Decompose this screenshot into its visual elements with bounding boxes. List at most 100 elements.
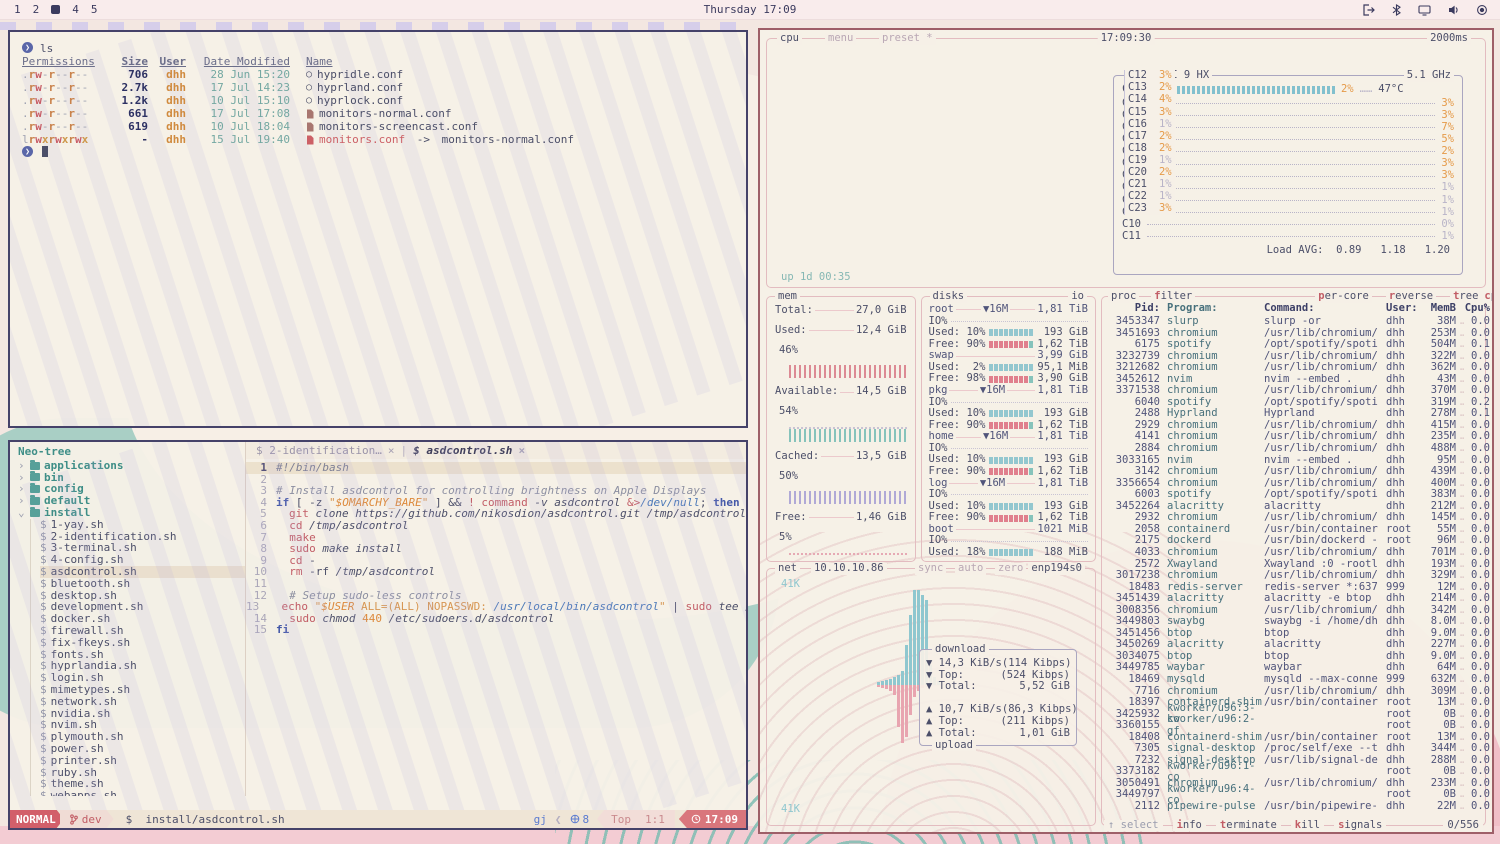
file-row[interactable]: .rw-r--r--706dhh28 Jun 15:20○hypridle.co… [22, 68, 734, 81]
process-row[interactable]: 3360155kworker/u96:2-gfroot0B………0.0 [1108, 720, 1481, 732]
tree-file-bluetooth.sh[interactable]: $bluetooth.sh [40, 578, 245, 590]
proc-action-info[interactable]: info [1173, 820, 1206, 832]
file-row[interactable]: .rw-r--r--661dhh17 Jul 17:08monitors-nor… [22, 107, 734, 120]
net-box-title[interactable]: net [775, 563, 800, 575]
process-row[interactable]: 3008356chromium/usr/lib/chromium/dhh342M… [1108, 605, 1481, 617]
tree-file-network.sh[interactable]: $network.sh [40, 696, 245, 708]
process-row[interactable]: 3017238chromium/usr/lib/chromium/dhh329M… [1108, 570, 1481, 582]
process-row[interactable]: 18469mysqldmysqld --max-conne999632M………0… [1108, 674, 1481, 686]
neotree-panel[interactable]: Neo-tree ›applications›bin›config›defaul… [10, 442, 246, 796]
process-row[interactable]: 3450269alacrittyalacrittydhh227M………0.0 [1108, 639, 1481, 651]
neovim-window[interactable]: Neo-tree ›applications›bin›config›defaul… [8, 440, 748, 830]
proc-option-tree[interactable]: tree [1450, 291, 1481, 303]
process-row[interactable]: 3373182kworker/u96:1-coroot0B………0.0 [1108, 766, 1481, 778]
tree-file-name: 1-yay.sh [51, 519, 104, 531]
process-row[interactable]: 3449797kworker/u96:4-coroot0B………0.0 [1108, 789, 1481, 801]
mem-box-title[interactable]: mem [775, 291, 800, 303]
cpu-box-title[interactable]: cpu [777, 33, 802, 45]
file-row[interactable]: .rw-r--r--2.7kdhh17 Jul 14:23○hyprland.c… [22, 81, 734, 94]
process-row[interactable]: 2175dockerd/usr/bin/dockerd -root96M………0… [1108, 535, 1481, 547]
tree-folder-applications[interactable]: ›applications [18, 460, 245, 472]
proc-box-title[interactable]: proc [1108, 291, 1139, 303]
process-row[interactable]: 3451439alacrittyalacritty -e btopdhh214M… [1108, 593, 1481, 605]
process-row[interactable]: 3033165nvimnvim --embed .dhh95M………0.0 [1108, 455, 1481, 467]
chevron-down-icon[interactable]: ⌄ [18, 507, 26, 519]
btop-window[interactable]: cpu menu preset * 17:09:30 2000ms Ryzen … [758, 28, 1494, 834]
process-row[interactable]: 3371538chromium/usr/lib/chromium/dhh370M… [1108, 385, 1481, 397]
tree-file-webapps.sh[interactable]: $webapps.sh [40, 790, 245, 796]
tree-file-printer.sh[interactable]: $printer.sh [40, 755, 245, 767]
process-row[interactable]: 3232739chromium/usr/lib/chromium/dhh322M… [1108, 351, 1481, 363]
process-row[interactable]: 18408containerd-shim/usr/bin/containerro… [1108, 732, 1481, 744]
process-row[interactable]: 2929chromium/usr/lib/chromium/dhh415M………… [1108, 420, 1481, 432]
tree-file-mimetypes.sh[interactable]: $mimetypes.sh [40, 684, 245, 696]
process-row[interactable]: 2058containerd/usr/bin/containerroot55M…… [1108, 524, 1481, 536]
file-row[interactable]: .rw-r--r--619dhh10 Jul 18:04monitors-scr… [22, 120, 734, 133]
proc-action-terminate[interactable]: terminate [1216, 820, 1281, 832]
editor-pane[interactable]: $ 2-identification…×|$ asdcontrol.sh× 1#… [246, 442, 746, 796]
editor-tab-1[interactable]: $ 2-identification…× [256, 444, 394, 457]
proc-option-per-core[interactable]: per-core [1315, 291, 1372, 303]
process-row[interactable]: 2112pipewire-pulse/usr/bin/pipewire-dhh2… [1108, 801, 1481, 813]
refresh-interval[interactable]: 2000ms [1427, 33, 1471, 45]
process-row[interactable]: 4033chromium/usr/lib/chromium/dhh701M………… [1108, 547, 1481, 559]
process-row[interactable]: 2488HyprlandHyprlanddhh278M………0.1 [1108, 408, 1481, 420]
menu-button[interactable]: menu [825, 33, 856, 45]
proc-option-reverse[interactable]: reverse [1386, 291, 1436, 303]
process-row[interactable]: 3449785waybarwaybardhh64M………0.0 [1108, 662, 1481, 674]
process-row[interactable]: 2932chromium/usr/lib/chromium/dhh145M………… [1108, 512, 1481, 524]
process-row[interactable]: 7716chromium/usr/lib/chromium/dhh309M………… [1108, 686, 1481, 698]
tree-file-1-yay.sh[interactable]: $1-yay.sh [40, 519, 245, 531]
process-row[interactable]: 6003spotify/opt/spotify/spotidhh383M………0… [1108, 489, 1481, 501]
process-row[interactable]: 3451456btopbtopdhh9.0M………0.0 [1108, 628, 1481, 640]
proc-action-signals[interactable]: signals [1334, 820, 1386, 832]
process-row[interactable]: 3142chromium/usr/lib/chromium/dhh439M………… [1108, 466, 1481, 478]
process-row[interactable]: 2884chromium/usr/lib/chromium/dhh488M………… [1108, 443, 1481, 455]
process-row[interactable]: 7305signal-desktop/proc/self/exe --tdhh3… [1108, 743, 1481, 755]
process-row[interactable]: 3356654chromium/usr/lib/chromium/dhh400M… [1108, 478, 1481, 490]
process-row[interactable]: 3451693chromium/usr/lib/chromium/dhh253M… [1108, 328, 1481, 340]
git-branch[interactable]: dev [60, 810, 114, 828]
process-row[interactable]: 3034075btopbtopdhh9.0M………0.0 [1108, 651, 1481, 663]
prompt-line[interactable]: ❯ls [22, 42, 734, 55]
proc-option-filter[interactable]: filter [1151, 291, 1195, 303]
tree-file-firewall.sh[interactable]: $firewall.sh [40, 625, 245, 637]
net-auto-option[interactable]: auto [955, 563, 986, 575]
prompt-line[interactable]: ❯ [22, 146, 734, 157]
tab-close-icon[interactable]: × [388, 444, 395, 457]
proc-action-kill[interactable]: kill [1291, 820, 1324, 832]
proc-option-cpu[interactable]: cpu lazy [1481, 291, 1494, 303]
process-row[interactable]: 6040spotify/opt/spotify/spotidhh319M………0… [1108, 397, 1481, 409]
process-row[interactable]: 18483redis-serverredis-server *:63799912… [1108, 582, 1481, 594]
tree-folder-install[interactable]: ⌄ install [18, 507, 245, 519]
process-row[interactable]: 6175spotify/opt/spotify/spotidhh504M………0… [1108, 339, 1481, 351]
tree-file-asdcontrol.sh[interactable]: $asdcontrol.sh [40, 566, 245, 578]
preset-button[interactable]: preset * [879, 33, 936, 45]
net-zero-option[interactable]: zero [995, 563, 1026, 575]
editor-tab-2[interactable]: $ asdcontrol.sh× [413, 444, 525, 457]
proc-command: /usr/bin/container [1264, 524, 1386, 536]
net-sync-option[interactable]: sync [915, 563, 946, 575]
process-row[interactable]: 2572XwaylandXwayland :0 -rootldhh193M………… [1108, 558, 1481, 570]
code-area[interactable]: 1#!/bin/bash23# Install asdcontrol for c… [246, 459, 746, 796]
scrollbar-thumb[interactable] [1492, 315, 1494, 325]
process-row[interactable]: 3452264alacrittyalacrittydhh212M………0.0 [1108, 501, 1481, 513]
tree-file-fix-fkeys.sh[interactable]: $fix-fkeys.sh [40, 637, 245, 649]
proc-pid: 18469 [1108, 674, 1160, 686]
file-row[interactable]: lrwxrwxrwx-dhh15 Jul 19:40monitors.conf … [22, 133, 734, 146]
col-program[interactable]: Program: [1160, 303, 1264, 316]
io-toggle[interactable]: io [1068, 291, 1087, 303]
process-row[interactable]: 3449803swaybgswaybg -i /home/dhdhh8.0M……… [1108, 616, 1481, 628]
terminal-window[interactable]: ❯lsPermissionsSizeUserDate ModifiedName.… [8, 30, 748, 428]
process-row[interactable]: 3452612nvimnvim --embed .dhh43M………0.0 [1108, 374, 1481, 386]
process-row[interactable]: 3212682chromium/usr/lib/chromium/dhh362M… [1108, 362, 1481, 374]
file-row[interactable]: .rw-r--r--1.2kdhh10 Jul 15:10○hyprlock.c… [22, 94, 734, 107]
tab-close-icon[interactable]: × [518, 444, 525, 457]
tree-file-power.sh[interactable]: $power.sh [40, 743, 245, 755]
process-row[interactable]: 4141chromium/usr/lib/chromium/dhh235M………… [1108, 431, 1481, 443]
col-command[interactable]: Command: [1264, 303, 1386, 316]
process-row[interactable]: 3453347slurpslurp -ordhh38M………0.0 [1108, 316, 1481, 328]
folder-name: install [44, 507, 90, 519]
disks-box-title[interactable]: disks [930, 291, 968, 303]
chevron-right-icon[interactable]: › [18, 460, 26, 472]
